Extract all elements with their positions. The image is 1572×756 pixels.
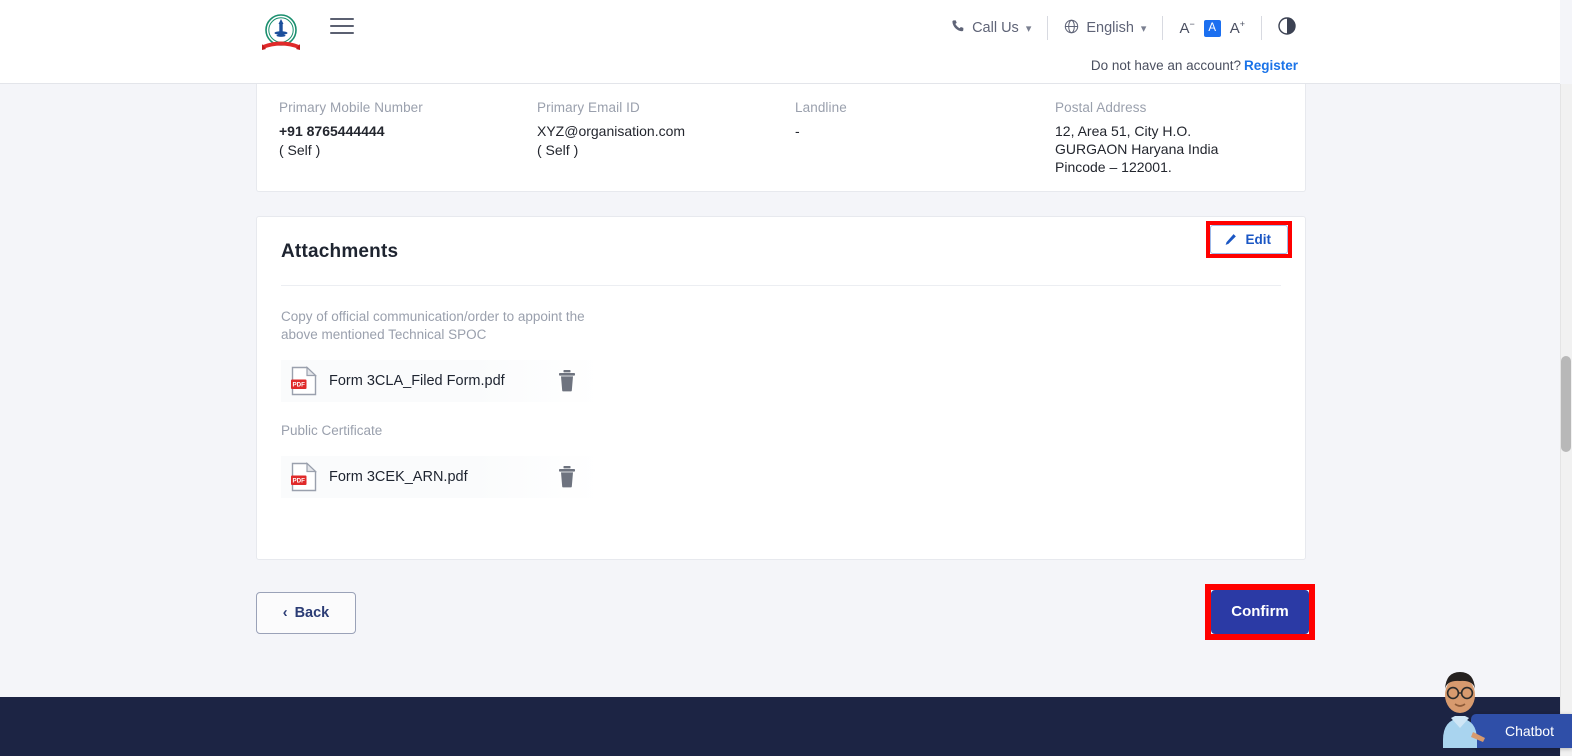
attachment-item: Public Certificate PDF Form 3CEK_ARN.pdf [281, 422, 1281, 498]
font-normal-button[interactable]: A [1203, 19, 1221, 37]
trash-icon[interactable] [557, 369, 579, 393]
svg-text:PDF: PDF [293, 382, 306, 389]
chevron-down-icon: ▾ [1025, 22, 1032, 35]
attachments-list: Copy of official communication/order to … [257, 286, 1305, 498]
back-button-label: Back [294, 605, 330, 621]
back-button[interactable]: ‹ Back [256, 592, 356, 634]
landline-value: - [795, 123, 800, 139]
page-root: Call Us ▾ English ▾ A− A A+ Do not have … [0, 0, 1572, 756]
contact-details-card: Primary Mobile Number +91 8765444444 ( S… [256, 84, 1306, 192]
edit-button-highlight: Edit [1205, 221, 1292, 258]
phone-icon [951, 19, 965, 37]
contact-grid: Primary Mobile Number +91 8765444444 ( S… [257, 84, 1305, 176]
contact-column-email: Primary Email ID XYZ@organisation.com ( … [537, 100, 795, 176]
font-size-controls: A− A A+ [1163, 19, 1261, 37]
scrollbar-thumb[interactable] [1561, 356, 1571, 452]
language-dropdown[interactable]: English ▾ [1048, 19, 1162, 38]
attachment-label: Public Certificate [281, 423, 383, 438]
email-owner: ( Self ) [537, 142, 579, 158]
site-footer [0, 697, 1560, 756]
svg-text:PDF: PDF [293, 478, 306, 485]
landline-label: Landline [795, 100, 847, 115]
form-actions: ‹ Back Confirm [256, 584, 1316, 644]
account-prompt-text: Do not have an account? [1090, 58, 1241, 73]
mobile-value: +91 8765444444 [279, 123, 385, 139]
chatbot-avatar [1423, 662, 1497, 748]
address-line-3: Pincode – 122001. [1055, 159, 1172, 175]
address-line-1: 12, Area 51, City H.O. [1055, 123, 1192, 139]
call-us-label: Call Us [972, 20, 1019, 36]
chatbot-widget[interactable]: Chatbot [1423, 662, 1572, 748]
mobile-label: Primary Mobile Number [279, 100, 423, 115]
attachment-item: Copy of official communication/order to … [281, 308, 1281, 402]
email-label: Primary Email ID [537, 100, 640, 115]
national-emblem-logo[interactable] [258, 12, 304, 56]
vertical-scrollbar[interactable] [1560, 84, 1572, 756]
contact-column-landline: Landline - [795, 100, 1053, 176]
file-name: Form 3CLA_Filed Form.pdf [329, 373, 505, 389]
file-row[interactable]: PDF Form 3CLA_Filed Form.pdf [281, 360, 601, 402]
pencil-icon [1224, 233, 1237, 246]
hamburger-menu-icon[interactable] [330, 18, 354, 36]
footer-links [0, 746, 1560, 756]
chevron-left-icon: ‹ [282, 605, 288, 621]
contact-column-mobile: Primary Mobile Number +91 8765444444 ( S… [279, 100, 537, 176]
mobile-owner: ( Self ) [279, 142, 321, 158]
pdf-file-icon: PDF [291, 462, 318, 492]
contact-column-address: Postal Address 12, Area 51, City H.O. GU… [1055, 100, 1335, 176]
edit-button[interactable]: Edit [1209, 225, 1288, 254]
file-name: Form 3CEK_ARN.pdf [329, 469, 468, 485]
register-link[interactable]: Register [1244, 58, 1298, 73]
header-tools: Call Us ▾ English ▾ A− A A+ [935, 16, 1312, 40]
postal-address-label: Postal Address [1055, 100, 1147, 115]
address-line-2: GURGAON Haryana India [1055, 141, 1219, 157]
language-label: English [1086, 20, 1134, 36]
attachments-title: Attachments [281, 241, 399, 262]
attachment-label: Copy of official communication/order to … [281, 309, 585, 342]
account-prompt: Do not have an account? Register [1091, 58, 1298, 73]
font-decrease-button[interactable]: A− [1179, 19, 1194, 37]
attachments-header: Attachments Edit [257, 217, 1305, 263]
site-header: Call Us ▾ English ▾ A− A A+ Do not have … [0, 0, 1560, 84]
attachments-card: Attachments Edit Copy of official commun… [256, 216, 1306, 560]
file-row[interactable]: PDF Form 3CEK_ARN.pdf [281, 456, 601, 498]
globe-icon [1064, 19, 1079, 38]
call-us-dropdown[interactable]: Call Us ▾ [935, 19, 1047, 37]
confirm-button[interactable]: Confirm [1211, 590, 1309, 634]
confirm-button-highlight: Confirm [1205, 584, 1315, 640]
trash-icon[interactable] [557, 465, 579, 489]
pdf-file-icon: PDF [291, 366, 318, 396]
email-value: XYZ@organisation.com [537, 123, 686, 139]
contrast-toggle-icon[interactable] [1262, 17, 1312, 39]
chevron-down-icon: ▾ [1140, 22, 1147, 35]
font-increase-button[interactable]: A+ [1230, 19, 1245, 37]
